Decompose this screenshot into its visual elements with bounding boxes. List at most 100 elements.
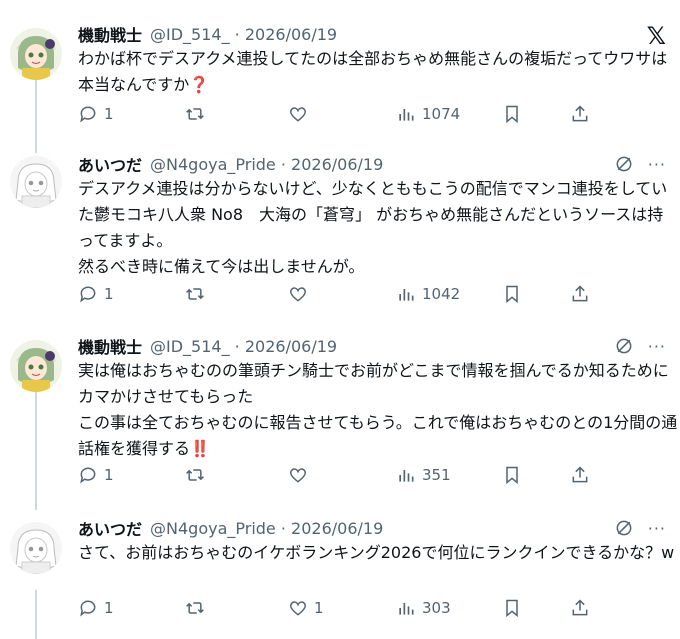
avatar[interactable] — [10, 340, 62, 392]
retweet-icon — [186, 469, 204, 481]
x-logo-icon: 𝕏 — [646, 22, 666, 50]
reply-count: 1 — [104, 466, 114, 484]
like-button[interactable] — [288, 284, 314, 304]
tweet-header: あいつだ @N4goya_Pride · 2026/06/19 ··· — [78, 152, 680, 176]
views-icon — [399, 109, 414, 121]
heart-icon — [289, 468, 307, 483]
reply-icon — [80, 600, 96, 617]
share-button[interactable] — [570, 104, 590, 124]
share-icon — [572, 599, 588, 616]
reply-icon — [80, 286, 96, 303]
bookmark-icon — [506, 285, 518, 304]
views-button[interactable]: 303 — [396, 598, 451, 618]
tweet-text: さて、お前はおちゃむのイケボランキング2026で何位にランクインできるかな？w — [78, 543, 675, 562]
top-right-controls: 𝕏 — [647, 24, 666, 48]
top-right-controls: ··· — [614, 154, 666, 174]
view-count: 303 — [422, 599, 451, 617]
share-icon — [572, 105, 588, 122]
avatar[interactable] — [10, 522, 62, 574]
share-button[interactable] — [570, 598, 590, 618]
reply-count: 1 — [104, 105, 114, 123]
tweet-text: 実は俺はおちゃむのの筆頭チン騎士でお前がどこまで情報を掴んでるか知るためにカマか… — [78, 361, 678, 458]
tweet-header: 機動戦士 @ID_514_ · 2026/06/19 ··· — [78, 334, 680, 358]
avatar[interactable] — [10, 156, 62, 208]
share-button[interactable] — [570, 465, 590, 485]
top-right-controls: ··· — [614, 518, 666, 538]
retweet-icon — [186, 108, 204, 120]
bookmark-icon — [506, 105, 518, 124]
avatar-illustration — [10, 156, 62, 208]
retweet-button[interactable] — [184, 104, 212, 124]
avatar-illustration — [10, 28, 62, 80]
reply-icon — [80, 106, 96, 123]
views-button[interactable]: 1042 — [396, 284, 460, 304]
reply-count: 1 — [104, 599, 114, 617]
bookmark-button[interactable] — [502, 284, 522, 304]
more-icon[interactable]: ··· — [648, 155, 666, 174]
avatar[interactable] — [10, 28, 62, 80]
tweet-text: デスアクメ連投は分からないけど、少なくとももこうの配信でマンコ連投をしていた鬱モ… — [78, 179, 668, 276]
handle-date[interactable]: @ID_514_ · 2026/06/19 — [150, 337, 337, 356]
more-icon[interactable]: ··· — [648, 337, 666, 356]
tweet: あいつだ @N4goya_Pride · 2026/06/19 ··· さて、お… — [0, 516, 680, 634]
views-icon — [399, 470, 414, 482]
like-count: 1 — [314, 599, 324, 617]
view-count: 1042 — [422, 285, 461, 303]
reply-count: 1 — [104, 285, 114, 303]
reply-button[interactable]: 1 — [78, 284, 114, 304]
retweet-icon — [186, 602, 204, 614]
more-icon[interactable]: ··· — [648, 519, 666, 538]
display-name[interactable]: あいつだ — [78, 516, 142, 540]
retweet-button[interactable] — [184, 598, 212, 618]
heart-icon — [289, 107, 307, 122]
like-button[interactable] — [288, 104, 314, 124]
retweet-button[interactable] — [184, 465, 212, 485]
handle-date[interactable]: @ID_514_ · 2026/06/19 — [150, 25, 337, 44]
action-bar: 1 351 — [78, 465, 678, 491]
views-icon — [399, 603, 414, 615]
avatar-illustration — [10, 340, 62, 392]
views-icon — [399, 289, 414, 301]
reply-button[interactable]: 1 — [78, 465, 114, 485]
handle-date[interactable]: @N4goya_Pride · 2026/06/19 — [150, 519, 383, 538]
share-icon — [572, 466, 588, 483]
heart-icon — [289, 287, 307, 302]
heart-icon — [289, 601, 307, 616]
retweet-button[interactable] — [184, 284, 212, 304]
bookmark-button[interactable] — [502, 598, 522, 618]
reply-button[interactable]: 1 — [78, 104, 114, 124]
bookmark-icon — [506, 466, 518, 485]
like-button[interactable]: 1 — [288, 598, 324, 618]
action-bar: 1 1074 — [78, 104, 678, 130]
reply-button[interactable]: 1 — [78, 598, 114, 618]
display-name[interactable]: 機動戦士 — [78, 22, 142, 46]
bookmark-icon — [506, 599, 518, 618]
view-count: 351 — [422, 466, 451, 484]
bookmark-button[interactable] — [502, 465, 522, 485]
avatar-illustration — [10, 522, 62, 574]
tweet-header: 機動戦士 @ID_514_ · 2026/06/19 𝕏 — [78, 22, 680, 48]
views-button[interactable]: 351 — [396, 465, 451, 485]
grok-icon[interactable] — [614, 518, 634, 538]
display-name[interactable]: あいつだ — [78, 152, 142, 176]
handle-date[interactable]: @N4goya_Pride · 2026/06/19 — [150, 155, 383, 174]
tweet-text: わかば杯でデスアクメ連投してたのは全部おちゃめ無能さんの複垢だってウワサは本当な… — [78, 49, 668, 94]
share-icon — [572, 285, 588, 302]
tweet: 機動戦士 @ID_514_ · 2026/06/19 𝕏 わかば杯でデスアクメ連… — [0, 22, 680, 132]
view-count: 1074 — [422, 105, 461, 123]
bookmark-button[interactable] — [502, 104, 522, 124]
top-right-controls: ··· — [614, 336, 666, 356]
retweet-icon — [186, 288, 204, 300]
reply-icon — [80, 467, 96, 484]
tweet: あいつだ @N4goya_Pride · 2026/06/19 ··· デスアク… — [0, 152, 680, 317]
grok-icon[interactable] — [614, 154, 634, 174]
action-bar: 1 1 303 — [78, 598, 678, 624]
views-button[interactable]: 1074 — [396, 104, 460, 124]
grok-icon[interactable] — [614, 336, 634, 356]
share-button[interactable] — [570, 284, 590, 304]
action-bar: 1 1042 — [78, 284, 678, 310]
tweet-header: あいつだ @N4goya_Pride · 2026/06/19 ··· — [78, 516, 680, 540]
tweet: 機動戦士 @ID_514_ · 2026/06/19 ··· 実は俺はおちゃむの… — [0, 334, 680, 494]
like-button[interactable] — [288, 465, 314, 485]
display-name[interactable]: 機動戦士 — [78, 334, 142, 358]
